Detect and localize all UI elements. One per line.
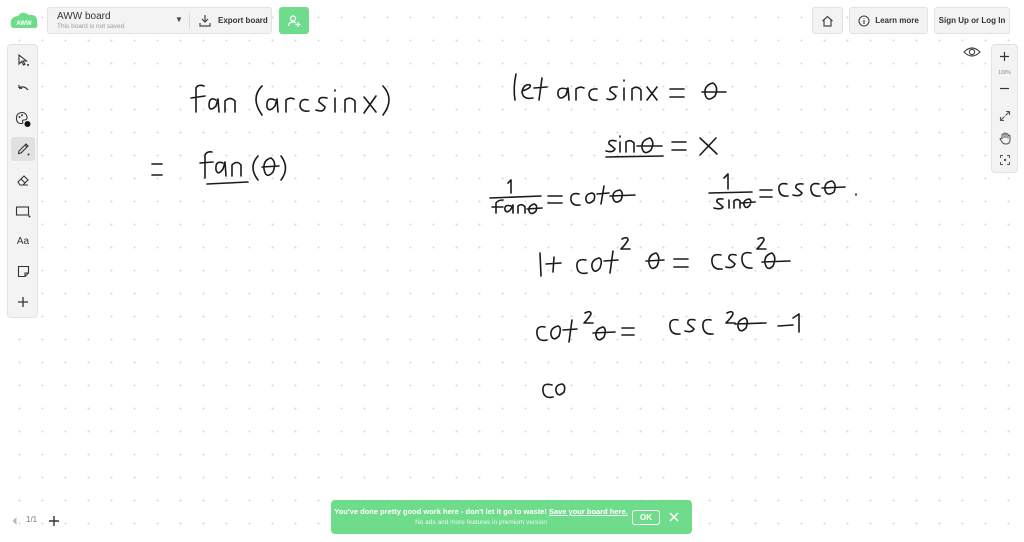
- ink-co: [542, 383, 566, 399]
- board-status: This board is not saved: [57, 23, 125, 30]
- ink-equals-tan-theta: [151, 151, 287, 185]
- export-board-button[interactable]: Export board: [218, 16, 268, 25]
- board-title[interactable]: AWW board: [57, 11, 111, 22]
- save-board-banner: You've done pretty good work here - don'…: [331, 500, 692, 534]
- eye-icon[interactable]: [962, 43, 982, 61]
- palette-icon: [15, 111, 31, 127]
- learn-more-button[interactable]: Learn more: [849, 7, 928, 34]
- ink-let-arcsinx-theta: [513, 73, 727, 101]
- minus-icon: [1000, 87, 1009, 89]
- pan-tool[interactable]: [993, 128, 1016, 148]
- ink-one-over-sin-csc: [708, 173, 857, 210]
- select-tool[interactable]: [11, 48, 35, 72]
- add-user-icon: [287, 14, 301, 27]
- zoom-out-button[interactable]: [993, 78, 1016, 98]
- ink-sin-theta-x: [605, 135, 718, 158]
- page-navigation: 1/1: [7, 510, 63, 532]
- undo-icon: [18, 85, 29, 91]
- zoom-in-button[interactable]: [993, 46, 1016, 66]
- zoom-level: 100%: [998, 70, 1011, 76]
- focus-button[interactable]: [993, 150, 1016, 170]
- plus-icon: [18, 297, 28, 307]
- shape-tool[interactable]: [11, 199, 35, 223]
- divider: [189, 12, 190, 29]
- sticky-note-icon: [17, 265, 29, 277]
- close-icon[interactable]: [668, 511, 680, 523]
- ink-tan-arcsinx: [190, 84, 390, 116]
- home-icon: [822, 15, 833, 27]
- page-indicator: 1/1: [26, 515, 38, 524]
- learn-more-label: Learn more: [875, 16, 919, 25]
- aww-logo[interactable]: AWW: [8, 11, 40, 31]
- chevron-down-icon[interactable]: ▼: [175, 15, 183, 24]
- hand-icon: [998, 131, 1010, 145]
- ink-cot-squared-result: [536, 310, 800, 343]
- fit-screen-button[interactable]: [993, 106, 1016, 126]
- expand-icon: [999, 110, 1010, 122]
- home-button[interactable]: [812, 7, 843, 34]
- color-picker-tool[interactable]: [11, 107, 35, 131]
- invite-user-button[interactable]: [279, 7, 309, 34]
- sticky-note-tool[interactable]: [11, 259, 35, 283]
- signup-login-label: Sign Up or Log In: [938, 16, 1006, 25]
- banner-message: You've done pretty good work here - don'…: [331, 507, 631, 516]
- drawing-toolbar: Aa: [7, 44, 38, 318]
- rectangle-icon: [15, 206, 31, 218]
- save-board-link[interactable]: Save your board here.: [549, 507, 628, 516]
- signup-login-button[interactable]: Sign Up or Log In: [934, 7, 1010, 34]
- board-menu[interactable]: AWW board This board is not saved ▼ Expo…: [47, 7, 272, 34]
- eraser-icon: [17, 175, 29, 186]
- crosshair-icon: [999, 155, 1010, 165]
- cursor-icon: [18, 53, 29, 66]
- undo-button[interactable]: [11, 78, 35, 102]
- eraser-tool[interactable]: [11, 168, 35, 192]
- banner-message-text: You've done pretty good work here - don'…: [334, 507, 547, 516]
- whiteboard-drawing: [151, 73, 857, 399]
- chevron-left-icon[interactable]: [11, 516, 18, 526]
- pen-tool[interactable]: [11, 137, 35, 161]
- zoom-toolbar: 100%: [991, 44, 1018, 173]
- download-icon[interactable]: [199, 14, 211, 27]
- info-icon: [858, 14, 870, 27]
- ink-pythagorean-identity: [539, 236, 791, 277]
- ink-one-over-tan-cot: [489, 179, 636, 215]
- banner-subtext: No ads and more features in premium vers…: [415, 519, 547, 526]
- pencil-icon: [17, 143, 30, 156]
- text-tool[interactable]: Aa: [11, 229, 35, 253]
- plus-icon: [1000, 51, 1009, 61]
- ok-button[interactable]: OK: [632, 510, 660, 525]
- add-tool-button[interactable]: [11, 290, 35, 314]
- svg-text:AWW: AWW: [16, 21, 32, 27]
- add-page-icon[interactable]: [48, 515, 60, 527]
- text-tool-label: Aa: [16, 235, 30, 247]
